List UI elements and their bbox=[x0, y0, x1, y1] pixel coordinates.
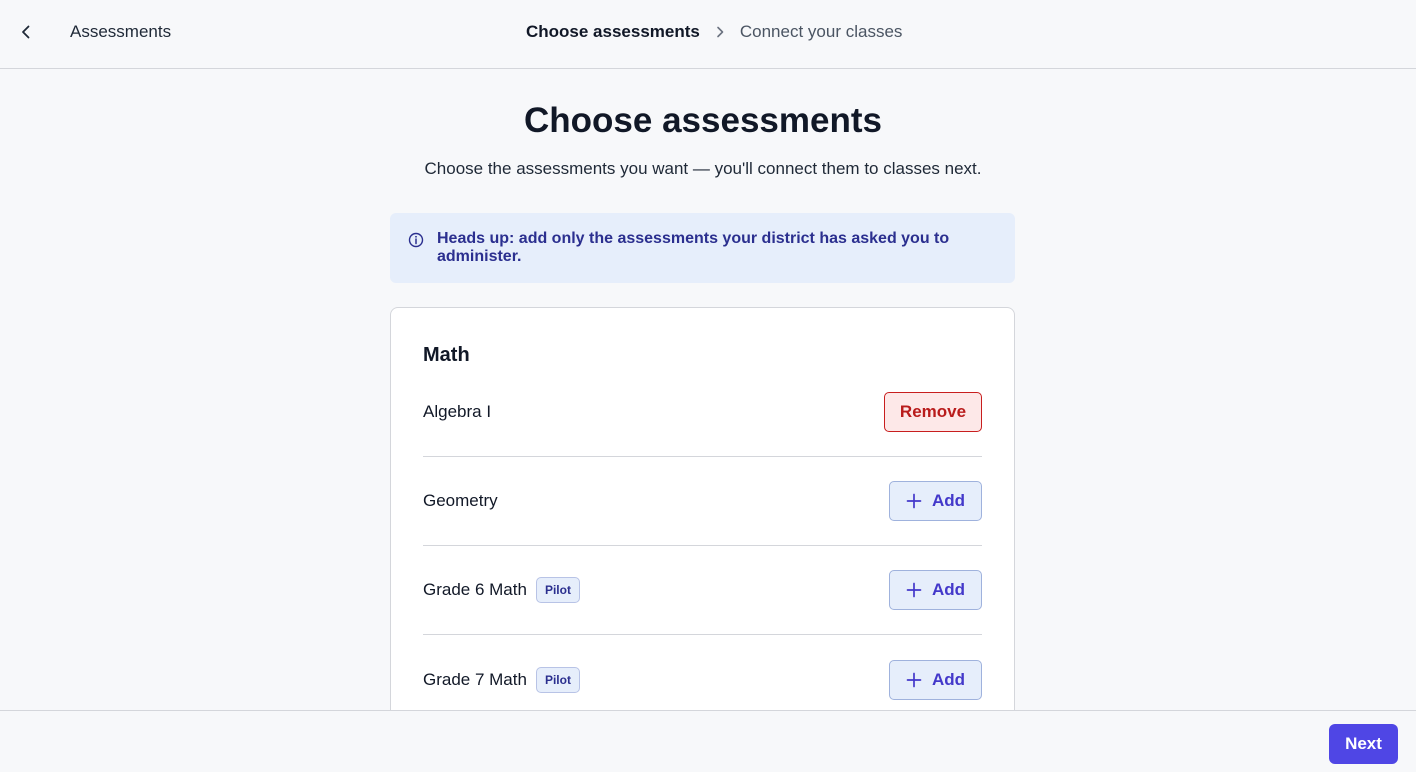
plus-icon bbox=[906, 493, 922, 509]
card-title: Math bbox=[423, 344, 470, 366]
list-item: Grade 6 Math Pilot Add bbox=[423, 546, 982, 635]
notice-text: Heads up: add only the assessments your … bbox=[437, 230, 950, 265]
add-button-label: Add bbox=[931, 669, 966, 689]
add-button[interactable]: Add bbox=[889, 570, 982, 610]
info-icon bbox=[408, 232, 424, 248]
page-subtitle: Choose the assessments you want — you'll… bbox=[424, 159, 982, 178]
list-item: Algebra I Remove bbox=[423, 368, 982, 457]
stepper: Choose assessments Connect your classes bbox=[526, 22, 902, 42]
assessment-name: Geometry bbox=[423, 491, 498, 510]
app-title: Assessments bbox=[70, 22, 172, 41]
plus-icon bbox=[906, 582, 922, 598]
assessment-card-math: Math Algebra I Remove Geometry Add Grade… bbox=[390, 307, 1015, 711]
pilot-badge: Pilot bbox=[535, 577, 580, 603]
list-item: Grade 7 Math Pilot Add bbox=[423, 635, 982, 711]
add-button-label: Add bbox=[931, 580, 966, 599]
chevron-left-icon bbox=[22, 25, 30, 39]
assessment-name: Grade 6 Math bbox=[423, 580, 527, 599]
footer-bar: Next bbox=[0, 710, 1416, 772]
remove-button[interactable]: Remove bbox=[884, 392, 982, 432]
top-bar: Assessments Choose assessments Connect y… bbox=[0, 0, 1416, 69]
assessment-name: Algebra I bbox=[423, 402, 492, 421]
add-button[interactable]: Add bbox=[889, 481, 982, 521]
back-button[interactable] bbox=[12, 18, 40, 46]
next-button[interactable]: Next bbox=[1329, 724, 1398, 764]
plus-icon bbox=[906, 672, 922, 687]
add-button[interactable]: Add bbox=[889, 659, 982, 700]
chevron-right-icon bbox=[700, 26, 740, 38]
main-content: Choose assessments Choose the assessment… bbox=[0, 69, 1416, 711]
step-choose-assessments: Choose assessments bbox=[526, 22, 700, 41]
assessment-name: Grade 7 Math bbox=[423, 669, 527, 689]
add-button-label: Add bbox=[931, 491, 966, 510]
page-title: Choose assessments bbox=[524, 101, 882, 140]
list-item: Geometry Add bbox=[423, 457, 982, 546]
pilot-badge: Pilot bbox=[535, 666, 580, 693]
step-connect-classes: Connect your classes bbox=[739, 22, 903, 41]
info-notice: Heads up: add only the assessments your … bbox=[390, 213, 1015, 283]
